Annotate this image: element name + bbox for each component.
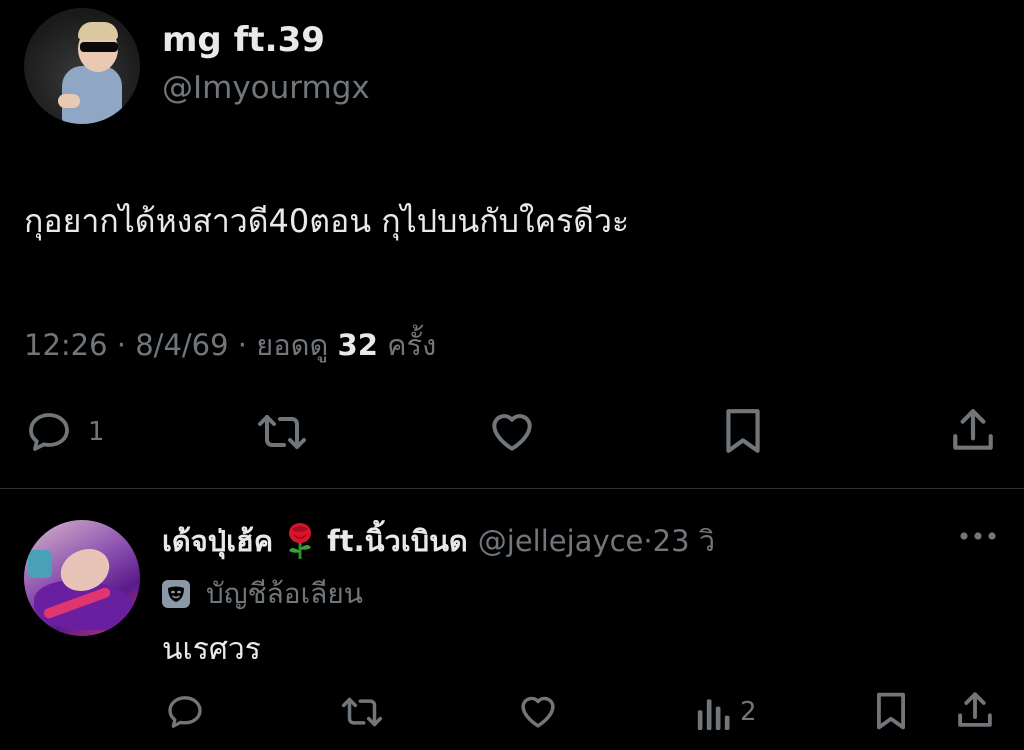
views-icon: [697, 699, 730, 730]
reply-reply-button[interactable]: [164, 692, 206, 732]
bookmark-icon: [877, 692, 905, 730]
rose-emoji-icon: [289, 523, 312, 559]
reply-views-count: 2: [740, 697, 757, 727]
reply-handle[interactable]: @jellejayce: [478, 524, 644, 558]
like-button[interactable]: [486, 406, 538, 456]
views-suffix: ครั้ง: [387, 328, 437, 362]
more-icon: [960, 532, 996, 540]
meta-separator: ·: [237, 328, 257, 362]
meta-separator: ·: [116, 328, 136, 362]
main-tweet: mg ft.39 @Imyourmgx กุอยากได้หงสาวดี40ตอ…: [0, 0, 1024, 488]
reply-button[interactable]: 1: [24, 408, 105, 456]
divider: [0, 488, 1024, 489]
reply-icon: [168, 696, 202, 728]
retweet-button[interactable]: [254, 408, 310, 456]
reply-share-button[interactable]: [954, 688, 996, 732]
share-icon: [953, 409, 993, 450]
more-button[interactable]: [958, 528, 998, 547]
tweet-date[interactable]: 8/4/69: [135, 328, 228, 362]
bookmark-button[interactable]: [720, 406, 766, 456]
tweet-text: กุอยากได้หงสาวดี40ตอน กุไปบนกับใครดีวะ: [24, 202, 630, 240]
share-button[interactable]: [948, 404, 998, 456]
avatar-arm-shape: [58, 94, 80, 108]
avatar-hair-shape: [78, 22, 118, 40]
bookmark-icon: [726, 409, 760, 453]
reply-text: นเรศวร: [162, 632, 261, 667]
reply-avatar-shape: [28, 550, 52, 578]
heart-icon: [521, 696, 555, 728]
share-icon: [958, 692, 992, 727]
reply-time[interactable]: 23 วิ: [653, 518, 715, 564]
tweet-time[interactable]: 12:26: [24, 328, 108, 362]
reply-display-name-suffix[interactable]: ft.นิ้วเบินด: [327, 518, 468, 564]
retweet-icon: [341, 697, 383, 727]
reply-avatar[interactable]: [24, 520, 140, 636]
reply-icon: [29, 413, 69, 451]
meta-separator: ·: [643, 524, 653, 558]
reply-count: 1: [88, 417, 105, 447]
reply-like-button[interactable]: [516, 690, 560, 732]
avatar-glasses-shape: [80, 42, 118, 52]
views-count: 32: [337, 328, 378, 362]
heart-icon: [492, 414, 532, 451]
views-label: ยอดดู: [256, 328, 329, 362]
tweet-meta: 12:26 · 8/4/69 · ยอดดู 32 ครั้ง: [24, 322, 436, 368]
parody-text: บัญชีล้อเลียน: [206, 577, 363, 610]
reply-header: เด้จปุ่เฮ้ค ft.นิ้วเบินด @jellejayce · 2…: [162, 518, 715, 564]
avatar[interactable]: [24, 8, 140, 124]
user-handle[interactable]: @Imyourmgx: [162, 70, 370, 106]
reply-views-button[interactable]: 2: [696, 692, 757, 732]
parody-label: บัญชีล้อเลียน: [162, 572, 363, 616]
reply-retweet-button[interactable]: [338, 692, 386, 732]
display-name[interactable]: mg ft.39: [162, 20, 325, 60]
reply-display-name[interactable]: เด้จปุ่เฮ้ค: [162, 518, 273, 564]
retweet-icon: [258, 415, 306, 449]
reply-bookmark-button[interactable]: [872, 690, 910, 732]
parody-mask-icon: [162, 580, 190, 608]
